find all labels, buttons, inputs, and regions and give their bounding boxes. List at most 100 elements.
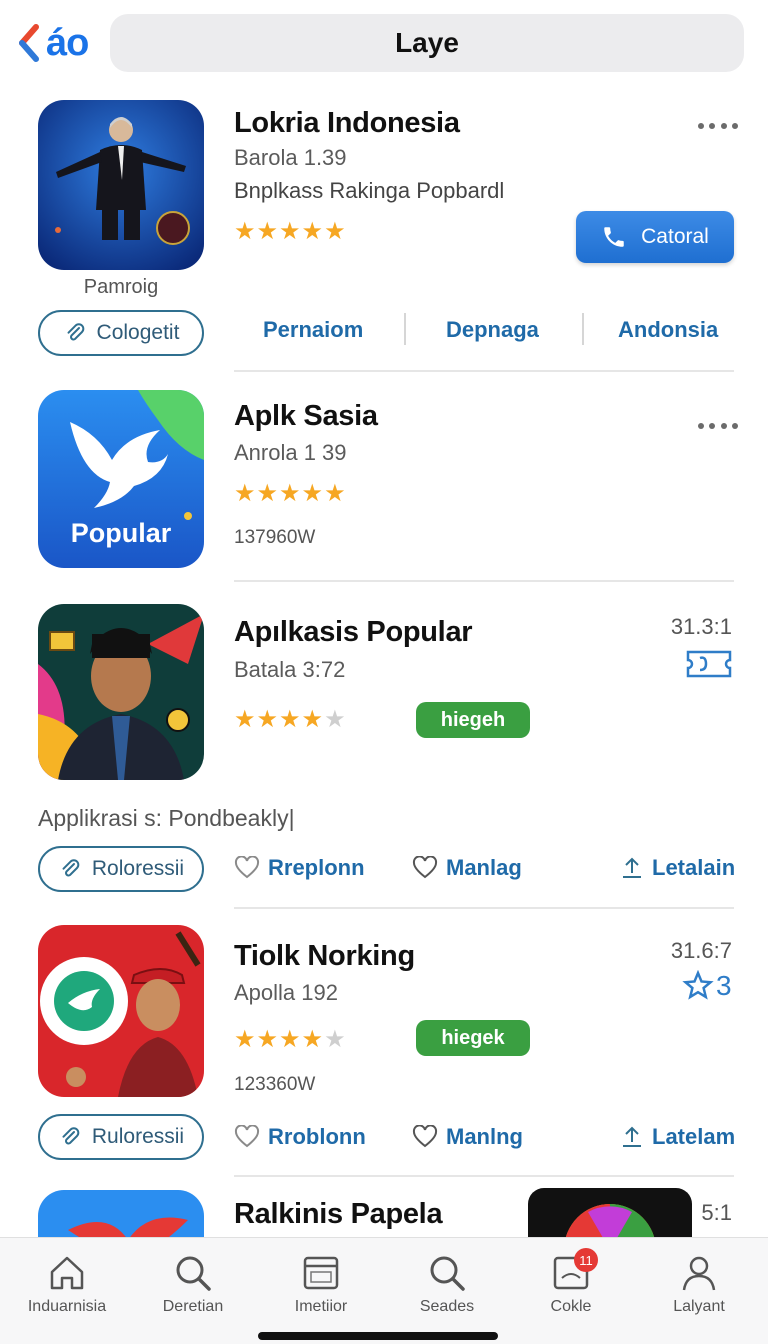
side-number: 31.3:1 (670, 614, 732, 639)
paperclip-icon (62, 859, 80, 877)
tab-link-1[interactable]: Pernaiom (263, 317, 363, 343)
heart-icon (412, 856, 438, 879)
share-action[interactable]: Latelam (620, 1124, 735, 1150)
save-action[interactable]: Manlng (412, 1124, 523, 1150)
star-icon: ★ (324, 1026, 346, 1053)
singer-portrait-image (38, 925, 204, 1097)
star-icon: ★ (256, 218, 279, 245)
secondary-button[interactable]: Roloressii (38, 846, 204, 892)
secondary-button-label: Roloressii (91, 857, 185, 880)
star-icon: ★ (279, 706, 301, 733)
nav-item-inbox[interactable]: 11 Cokle (516, 1248, 626, 1316)
secondary-button-label: Ruloressii (91, 1125, 185, 1148)
app-title[interactable]: Aplk Sasia (234, 400, 378, 433)
top-bar: áo Laye (0, 0, 768, 92)
star-icon: ★ (256, 706, 279, 733)
nav-label: Induarnisia (27, 1298, 107, 1315)
ticket-icon[interactable] (684, 646, 734, 682)
like-action[interactable]: Rroblonn (234, 1124, 366, 1150)
app-icon-tiolk-norking[interactable] (38, 925, 204, 1097)
search-bar[interactable]: Laye (110, 14, 744, 72)
secondary-button[interactable]: Cologetit (38, 310, 204, 356)
man-portrait-image (38, 604, 204, 780)
save-action-label: Manlag (446, 855, 522, 880)
contact-button-label: Catoral (641, 225, 709, 248)
star-icon: ★ (279, 480, 301, 507)
search-icon (430, 1256, 465, 1291)
status-badge[interactable]: hiegek (416, 1020, 530, 1056)
heart-icon (234, 1125, 260, 1148)
app-version: Apolla 192 (234, 980, 338, 1005)
app-title[interactable]: Tiolk Norking (234, 940, 415, 973)
app-icon-aplikasis-popular[interactable] (38, 604, 204, 780)
rating-stars: ★ ★ ★ ★ ★ (234, 482, 346, 506)
status-badge-label: hiegek (441, 1026, 505, 1049)
nav-item-search[interactable]: Deretian (138, 1252, 248, 1316)
paperclip-icon (67, 323, 84, 341)
rating-stars: ★ ★ ★ ★ ★ (234, 220, 346, 244)
like-action-label: Rreplonn (268, 855, 365, 880)
nav-item-profile[interactable]: Lalyant (644, 1252, 754, 1316)
save-action[interactable]: Manlag (412, 855, 522, 881)
app-title[interactable]: Ralkinis Papela (234, 1198, 443, 1231)
save-action-label: Manlng (446, 1124, 523, 1149)
app-title[interactable]: Lokria Indonesia (234, 107, 460, 140)
star-outline-icon (682, 970, 714, 1000)
app-title[interactable]: Apılkasis Popular (234, 616, 473, 649)
chevron-left-icon (19, 24, 39, 62)
row-divider (234, 1175, 734, 1177)
download-count: 137960W (234, 527, 316, 548)
row-divider (234, 580, 734, 582)
share-action[interactable]: Letalain (620, 855, 735, 881)
nav-item-calendar[interactable]: Imetiior (266, 1252, 376, 1316)
puzzle-badge[interactable]: 3 (682, 970, 732, 1002)
nav-label: Lalyant (673, 1298, 725, 1315)
share-icon (623, 1126, 641, 1147)
contact-button[interactable]: Catoral (576, 211, 734, 263)
secondary-button[interactable]: Ruloressii (38, 1114, 204, 1160)
tab-link-3[interactable]: Andonsia (618, 317, 718, 343)
heart-icon (412, 1125, 438, 1148)
home-icon (50, 1256, 84, 1290)
heart-icon (234, 856, 260, 879)
share-action-label: Letalain (652, 855, 736, 880)
status-badge[interactable]: hiegeh (416, 702, 530, 738)
search-icon (176, 1256, 211, 1291)
app-version: Batala 3:72 (234, 657, 346, 682)
app-icon-lokria[interactable] (38, 100, 204, 270)
star-icon: ★ (301, 1026, 324, 1053)
rating-stars: ★ ★ ★ ★ ★ (234, 1028, 346, 1052)
person-icon (682, 1256, 716, 1291)
share-icon (623, 857, 641, 878)
star-icon: ★ (324, 480, 346, 507)
star-icon: ★ (301, 706, 324, 733)
app-description: Bnplkass Rakinga Popbardl (234, 178, 505, 203)
calendar-icon (303, 1256, 339, 1290)
star-icon: ★ (324, 218, 346, 245)
star-icon: ★ (301, 480, 324, 507)
tab-link-2[interactable]: Depnaga (446, 317, 539, 343)
app-version: Anrola 1 39 (234, 440, 347, 465)
share-action-label: Latelam (652, 1124, 736, 1149)
app-icon-aplk-sasia[interactable]: Popular (38, 390, 204, 568)
nav-label: Imetiior (294, 1298, 348, 1315)
nav-item-search-2[interactable]: Seades (392, 1252, 502, 1316)
like-action[interactable]: Rreplonn (234, 855, 365, 881)
icon-label: Popular (70, 518, 172, 548)
nav-item-home[interactable]: Induarnisia (12, 1252, 122, 1316)
divider (582, 313, 584, 345)
app-preview-text: Applikrasi s: Pondbeakly| (38, 805, 295, 831)
home-indicator[interactable] (258, 1332, 498, 1340)
back-button[interactable]: áo (16, 20, 100, 66)
more-options-icon[interactable] (698, 118, 738, 134)
star-icon: ★ (234, 1026, 256, 1053)
more-options-icon[interactable] (698, 418, 738, 434)
nav-label: Cokle (550, 1298, 592, 1315)
back-label: áo (46, 21, 89, 64)
star-icon: ★ (301, 218, 324, 245)
star-icon: ★ (324, 706, 346, 733)
side-number: 5:1 (701, 1200, 732, 1225)
star-icon: ★ (256, 1026, 279, 1053)
bottom-navigation: Induarnisia Deretian Imetiior Seades 11 (0, 1237, 768, 1344)
like-action-label: Rroblonn (268, 1124, 366, 1149)
